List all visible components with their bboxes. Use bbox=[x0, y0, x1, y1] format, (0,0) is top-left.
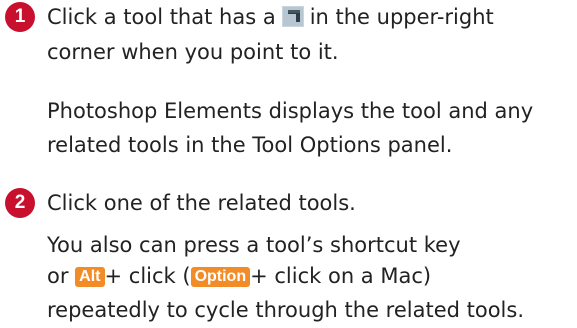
step-1-text-before-icon: Click a tool that has a bbox=[47, 5, 276, 29]
step-2-result-line-1: You also can press a tool’s shortcut key bbox=[47, 233, 461, 257]
option-key-badge: Option bbox=[190, 267, 251, 287]
step-number-badge: 1 bbox=[5, 2, 35, 32]
step-1-instruction-line-1: Click a tool that has a in the upper-rig… bbox=[47, 3, 494, 31]
step-1-result-line-1: Photoshop Elements displays the tool and… bbox=[47, 99, 534, 123]
step-2-or-text: or bbox=[47, 264, 69, 288]
step-2-result-line-3: repeatedly to cycle through the related … bbox=[47, 298, 525, 322]
instruction-page: 1 Click a tool that has a in the upper-r… bbox=[0, 0, 577, 328]
alt-key-badge: Alt bbox=[75, 267, 105, 287]
step-1-result-line-2: related tools in the Tool Options panel. bbox=[47, 133, 453, 157]
step-1-instruction-line-2: corner when you point to it. bbox=[47, 40, 339, 64]
step-2-plus-click-text: + click ( bbox=[104, 264, 191, 288]
step-2-plus-click-mac-text: + click on a Mac) bbox=[250, 264, 432, 288]
tool-corner-triangle-icon bbox=[281, 6, 304, 27]
step-2-result-line-2: or Alt + click (Option + click on a Mac) bbox=[47, 262, 431, 290]
step-number-badge: 2 bbox=[5, 188, 35, 218]
step-1-text-after-icon: in the upper-right bbox=[309, 5, 494, 29]
step-2-instruction-line-1: Click one of the related tools. bbox=[47, 191, 356, 215]
